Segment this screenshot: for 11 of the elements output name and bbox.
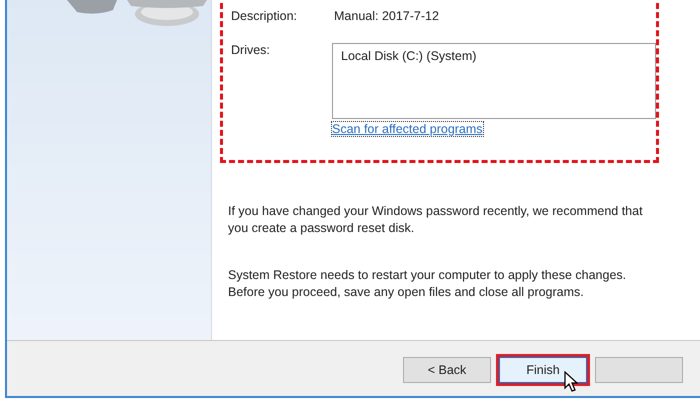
list-item[interactable]: Local Disk (C:) (System) bbox=[341, 49, 647, 63]
drives-list[interactable]: Local Disk (C:) (System) bbox=[332, 43, 656, 119]
message-text: If you have changed your Windows password recently, we recommend that you create a password reset disk. bbox=[228, 203, 644, 237]
dialog-button[interactable]: < Back bbox=[403, 356, 491, 382]
field-label: Description: bbox=[231, 9, 298, 23]
dialog-button[interactable] bbox=[595, 356, 683, 382]
field-value: Manual: 2017-7-12 bbox=[334, 9, 439, 23]
mouse-pointer-icon bbox=[564, 370, 578, 392]
message-text: System Restore needs to restart your computer to apply these changes. Before you proceed, save any open files and close all programs. bbox=[228, 267, 628, 301]
scan-link[interactable]: Scan for affected programs bbox=[332, 122, 483, 136]
field-label: Drives: bbox=[231, 43, 271, 59]
